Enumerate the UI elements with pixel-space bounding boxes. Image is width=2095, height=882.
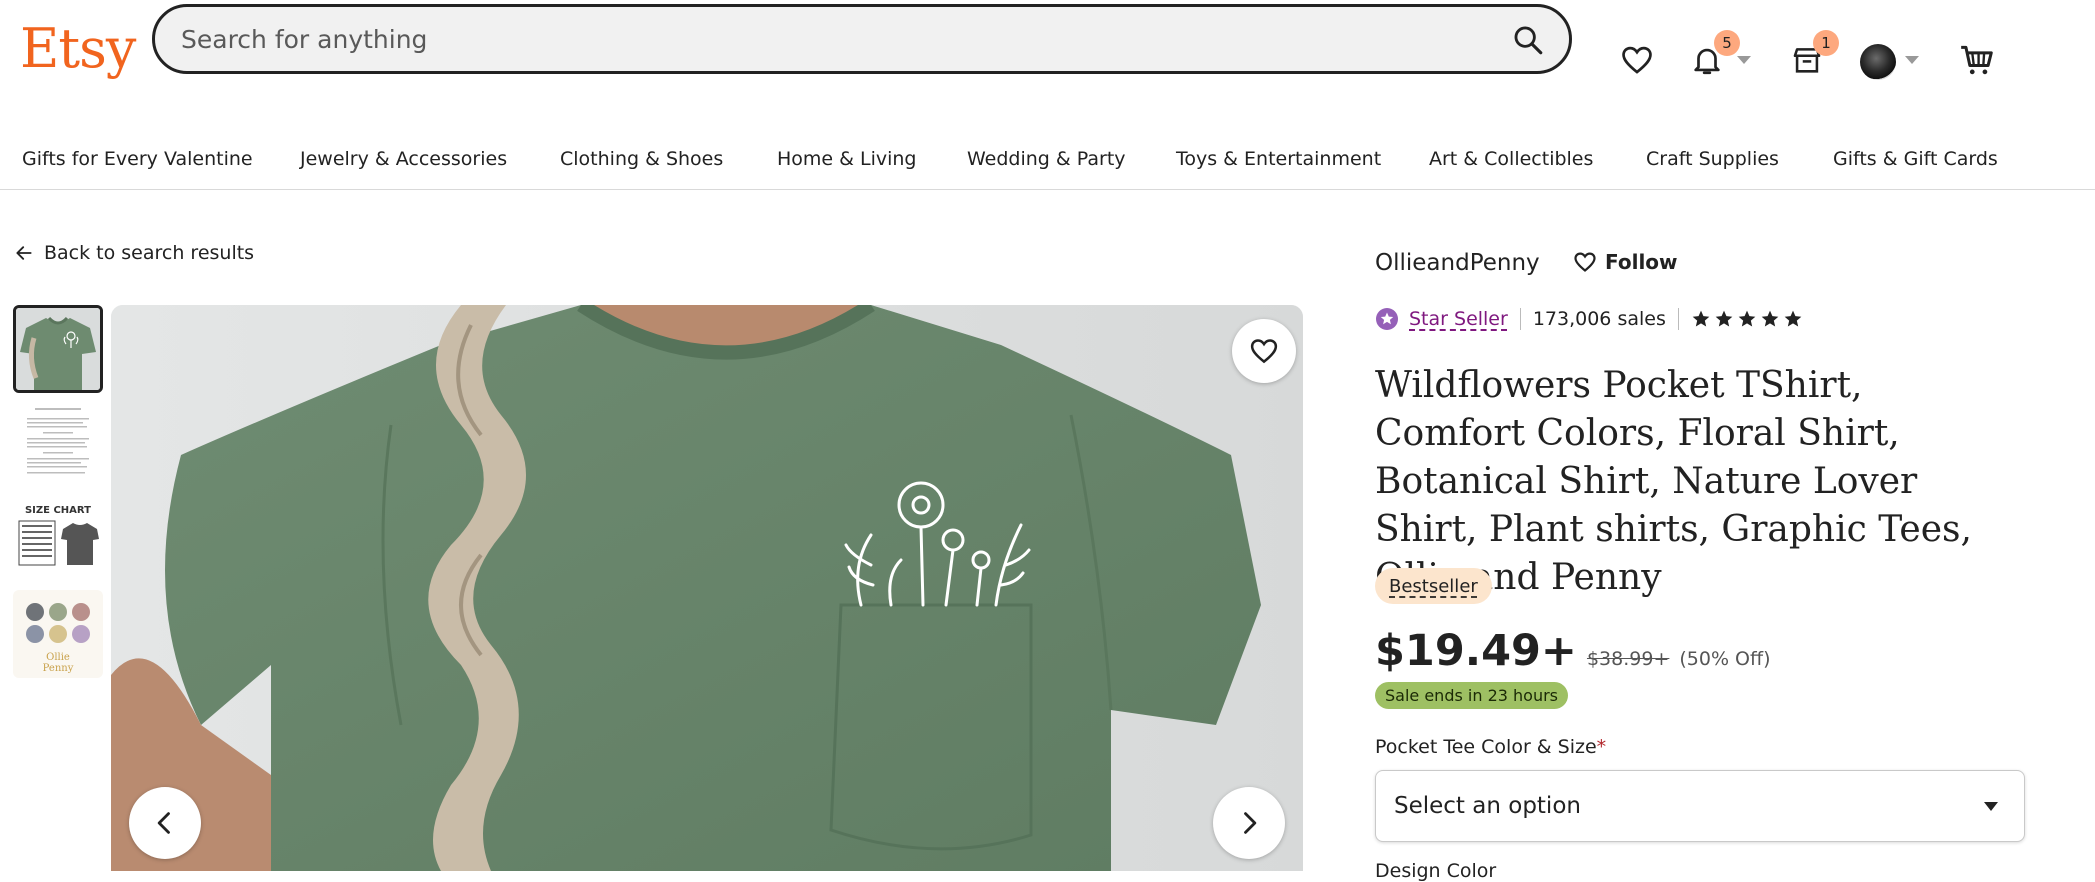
category-link-craft[interactable]: Craft Supplies: [1646, 148, 1779, 170]
svg-text:Penny: Penny: [43, 663, 74, 674]
product-photo: [111, 305, 1303, 871]
follow-label: Follow: [1605, 250, 1678, 274]
heart-icon: [1574, 252, 1596, 272]
star-seller-link[interactable]: Star Seller: [1409, 308, 1508, 330]
notifications-count-badge: 5: [1714, 30, 1740, 56]
star-icon: [1715, 310, 1733, 327]
thumbnail-2[interactable]: [13, 400, 103, 488]
option-label-text: Pocket Tee Color & Size: [1375, 736, 1597, 758]
search-button[interactable]: [1507, 19, 1549, 61]
discount-percent: (50% Off): [1679, 648, 1771, 670]
svg-text:SIZE CHART: SIZE CHART: [25, 505, 91, 516]
next-image-button[interactable]: [1213, 787, 1285, 859]
chevron-down-icon[interactable]: [1905, 56, 1919, 64]
category-nav: Gifts for Every Valentine Jewelry & Acce…: [0, 128, 2095, 190]
arrow-left-icon: [16, 246, 32, 260]
required-marker: *: [1596, 736, 1607, 758]
avatar[interactable]: [1860, 44, 1896, 80]
star-seller-icon: [1376, 308, 1398, 330]
original-price: $38.99+: [1586, 648, 1670, 670]
option-label-color-size: Pocket Tee Color & Size*: [1375, 736, 1606, 758]
option-label-design-color: Design Color: [1375, 860, 1497, 882]
previous-image-button[interactable]: [129, 787, 201, 859]
shop-count-badge: 1: [1813, 30, 1839, 56]
thumbnail-text-image: [13, 400, 103, 488]
sales-count: 173,006 sales: [1532, 308, 1666, 330]
sale-ends-badge: Sale ends in 23 hours: [1375, 682, 1568, 709]
category-link-home[interactable]: Home & Living: [777, 148, 917, 170]
star-icon: [1738, 310, 1756, 327]
seller-info-row: Star Seller 173,006 sales: [1375, 304, 1803, 334]
back-label: Back to search results: [44, 242, 255, 264]
bestseller-label: Bestseller: [1389, 575, 1478, 597]
chevron-down-icon: [1984, 802, 1998, 811]
search-bar[interactable]: [152, 4, 1572, 74]
bestseller-badge[interactable]: Bestseller: [1375, 568, 1492, 604]
favorite-item-button[interactable]: [1232, 319, 1296, 383]
category-link-clothing[interactable]: Clothing & Shoes: [560, 148, 723, 170]
category-link-gifts[interactable]: Gifts & Gift Cards: [1833, 148, 1998, 170]
search-icon: [1514, 26, 1543, 55]
product-title: Wildflowers Pocket TShirt, Comfort Color…: [1375, 365, 1972, 598]
thumbnail-4[interactable]: Ollie Penny: [13, 590, 103, 678]
category-link-jewelry[interactable]: Jewelry & Accessories: [300, 148, 507, 170]
thumbnail-color-chart-image: Ollie Penny: [13, 590, 103, 678]
star-icon: [1784, 310, 1802, 327]
product-main-image[interactable]: [111, 305, 1303, 871]
favorites-button[interactable]: [1615, 38, 1659, 82]
star-icon: [1761, 310, 1779, 327]
category-link-toys[interactable]: Toys & Entertainment: [1176, 148, 1381, 170]
thumbnail-size-chart-image: SIZE CHART: [13, 495, 103, 583]
shop-name-link[interactable]: OllieandPenny: [1375, 250, 1540, 276]
chevron-down-icon[interactable]: [1737, 56, 1751, 64]
chevron-left-icon: [157, 812, 170, 834]
category-link-valentine[interactable]: Gifts for Every Valentine: [22, 148, 253, 170]
thumbnail-3[interactable]: SIZE CHART: [13, 495, 103, 583]
search-input[interactable]: [179, 18, 1469, 60]
cart-icon: [1961, 45, 1993, 75]
svg-text:Ollie: Ollie: [46, 652, 70, 663]
heart-icon: [1250, 339, 1278, 364]
thumbnail-1[interactable]: [13, 305, 103, 393]
color-size-select[interactable]: Select an option: [1375, 770, 2025, 842]
follow-shop-button[interactable]: Follow: [1573, 250, 1678, 274]
chevron-right-icon: [1244, 812, 1257, 834]
select-value: Select an option: [1394, 793, 1581, 819]
thumbnail-shirt-image: [16, 308, 100, 390]
back-to-search-link[interactable]: Back to search results: [14, 242, 254, 264]
price-row: $19.49+ $38.99+ (50% Off): [1375, 626, 1771, 676]
heart-icon: [1622, 46, 1652, 74]
current-price: $19.49+: [1375, 626, 1577, 676]
star-icon: [1692, 310, 1710, 327]
etsy-logo[interactable]: Etsy: [20, 22, 136, 76]
category-link-wedding[interactable]: Wedding & Party: [967, 148, 1126, 170]
cart-button[interactable]: [1955, 38, 1999, 82]
divider: [1677, 308, 1679, 330]
site-header: Etsy 5 1: [0, 0, 2095, 128]
category-link-art[interactable]: Art & Collectibles: [1429, 148, 1593, 170]
divider: [1519, 308, 1521, 330]
rating-stars[interactable]: [1691, 309, 1803, 329]
